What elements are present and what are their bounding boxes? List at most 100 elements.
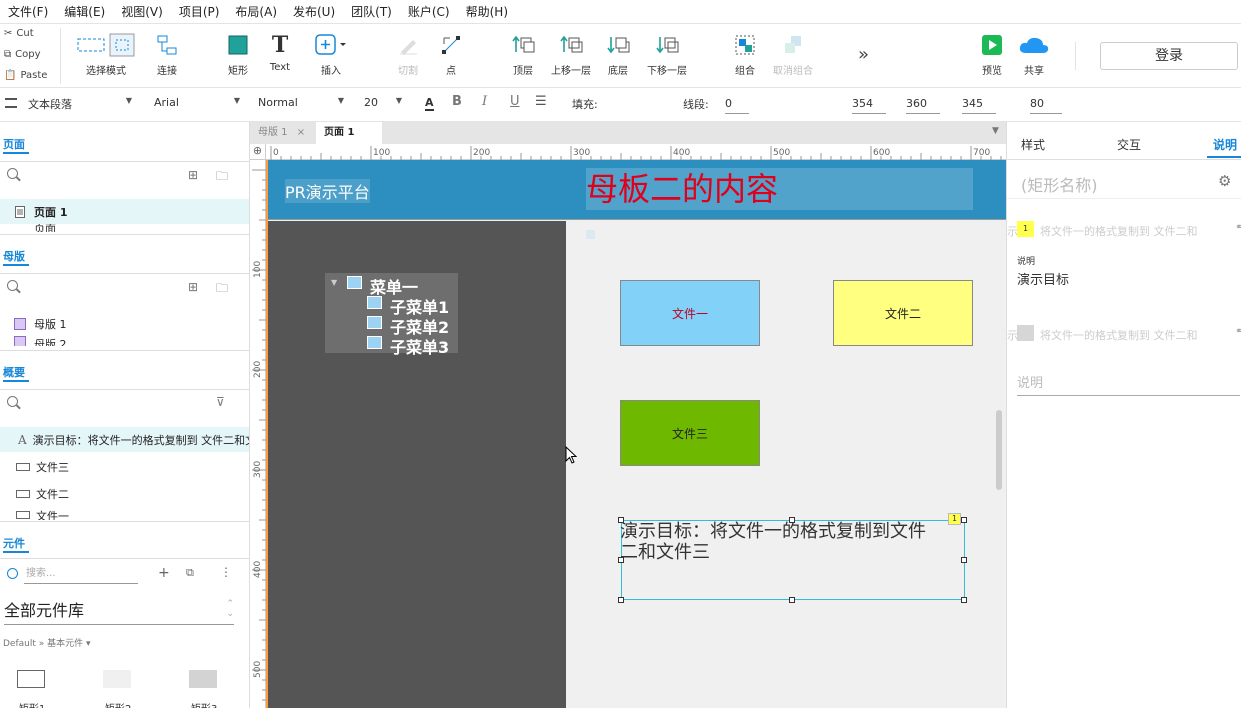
menu-item[interactable]: 项目(P) (171, 3, 228, 20)
tab-master[interactable]: 母版 1 × (250, 122, 313, 144)
menu-item[interactable]: 布局(A) (227, 3, 285, 20)
send-to-back-button[interactable]: 底层 (590, 32, 646, 77)
master-item[interactable]: 母版 2 (0, 336, 249, 346)
brand-label[interactable]: PR演示平台 (285, 179, 370, 203)
menu-item[interactable]: 文件(F) (0, 3, 56, 20)
copy-button[interactable]: ⧉ Copy (4, 49, 41, 60)
cut-button[interactable]: ✂ Cut (4, 28, 34, 39)
style-dropdown[interactable]: 文本段落 ▼ (28, 96, 138, 112)
note-badge[interactable]: 1 (948, 513, 961, 525)
description-input[interactable]: 说明 (1017, 372, 1240, 396)
italic-icon[interactable]: I (482, 94, 487, 109)
resize-handle[interactable] (961, 597, 967, 603)
font-size-dropdown[interactable]: 20 ▼ (364, 96, 408, 109)
widget-rectangle1[interactable] (17, 670, 45, 688)
tab-style[interactable]: 样式 (1021, 136, 1045, 153)
font-dropdown[interactable]: Arial ▼ (154, 96, 246, 109)
add-page-icon[interactable]: ⊞ (188, 168, 198, 182)
selected-note[interactable]: 演示目标：将文件一的格式复制到文件二和文件三 (620, 520, 965, 600)
tree-menu[interactable]: ▼ 菜单一 子菜单1 子菜单2 子菜单3 (325, 273, 458, 357)
page-item[interactable]: 页面 (0, 224, 249, 232)
send-backward-icon (655, 32, 679, 58)
y-field[interactable]: 360 (906, 94, 940, 114)
more-tools-icon[interactable]: » (858, 44, 869, 65)
folder-icon[interactable]: 🗀 (216, 279, 228, 300)
width-field[interactable]: 345 (962, 94, 996, 114)
tab-page[interactable]: 页面 1 × (316, 122, 382, 160)
tab-interactions[interactable]: 交互 (1117, 136, 1141, 153)
resize-handle[interactable] (961, 557, 967, 563)
outline-item[interactable]: 文件三 (0, 454, 249, 479)
gear-icon[interactable]: ⚙ (1218, 172, 1231, 190)
file-two-box[interactable]: 文件二 (833, 280, 973, 346)
note-reference[interactable]: 示标：将文件一的格式复制到 文件二和 (1007, 223, 1235, 239)
stroke-width-field[interactable]: 0 (725, 94, 749, 114)
tab-menu-icon[interactable]: ▼ (992, 126, 999, 136)
filter-icon[interactable]: ⊽ (216, 395, 225, 409)
resize-handle[interactable] (789, 517, 795, 523)
menu-item[interactable]: 账户(C) (400, 3, 458, 20)
select-mode-button[interactable]: 选择模式 (77, 32, 135, 77)
search-icon[interactable] (7, 280, 18, 291)
search-icon[interactable] (7, 168, 18, 179)
menu-item[interactable]: 编辑(E) (56, 3, 113, 20)
menu-item[interactable]: 团队(T) (343, 3, 400, 20)
insert-button[interactable]: 插入 (303, 32, 359, 77)
height-field[interactable]: 80 (1030, 94, 1062, 114)
resize-handle[interactable] (618, 557, 624, 563)
library-icon[interactable]: ⧉ (186, 566, 194, 580)
file-one-box[interactable]: 文件一 (620, 280, 760, 346)
resize-handle[interactable] (961, 517, 967, 523)
link-icon[interactable]: ⚭ (1235, 222, 1241, 233)
menu-item[interactable]: 发布(U) (285, 3, 343, 20)
description-value[interactable]: 演示目标 (1017, 269, 1069, 288)
page-item[interactable]: 页面 1 (0, 199, 249, 224)
file-three-box[interactable]: 文件三 (620, 400, 760, 466)
font-color-icon[interactable]: A (425, 96, 434, 111)
point-button[interactable]: 点 (423, 32, 479, 77)
ungroup-button[interactable]: 取消组合 (765, 32, 821, 77)
outline-item[interactable]: 文件一 (0, 508, 249, 520)
folder-icon[interactable]: 🗀 (216, 167, 228, 188)
list-icon[interactable]: ☰ (535, 94, 547, 109)
send-backward-button[interactable]: 下移一层 (639, 32, 695, 77)
connect-button[interactable]: 连接 (139, 32, 195, 77)
bold-icon[interactable]: B (452, 94, 462, 109)
rectangle-widget-icon (16, 511, 30, 519)
widget-search-input[interactable]: 搜索... (24, 564, 138, 584)
underline-icon[interactable]: U (510, 94, 520, 109)
search-icon[interactable] (7, 396, 18, 407)
font-weight-dropdown[interactable]: Normal ▼ (258, 96, 350, 109)
share-button[interactable]: 共享 (1006, 32, 1062, 77)
resize-handle[interactable] (618, 597, 624, 603)
widget-rectangle3[interactable] (189, 670, 217, 688)
widget-rectangle2[interactable] (103, 670, 131, 688)
resize-handle[interactable] (618, 517, 624, 523)
menu-item[interactable]: 视图(V) (113, 3, 171, 20)
add-master-icon[interactable]: ⊞ (188, 280, 198, 294)
link-icon[interactable]: ⚭ (1235, 326, 1241, 337)
expand-icon[interactable]: ▼ (331, 278, 337, 287)
master-content-label[interactable]: 母板二的内容 (586, 168, 973, 210)
close-icon[interactable]: × (297, 127, 305, 138)
outline-item[interactable]: 文件二 (0, 481, 249, 506)
master-item[interactable]: 母版 1 (0, 311, 249, 336)
menu-item[interactable]: 帮助(H) (458, 3, 516, 20)
vertical-scrollbar[interactable] (996, 410, 1002, 490)
text-button[interactable]: T Text (252, 32, 308, 73)
outline-item[interactable]: A 演示目标：将文件一的格式复制到 文件二和文件三 (0, 427, 249, 452)
add-library-icon[interactable]: + (158, 565, 170, 581)
canvas[interactable]: PR演示平台 母板二的内容 ▼ 菜单一 子菜单1 子菜单2 子菜单3 文件一 文… (266, 160, 1006, 708)
paste-button[interactable]: 📋 Paste (4, 70, 47, 81)
x-field[interactable]: 354 (852, 94, 886, 114)
library-path[interactable]: Default » 基本元件 ▾ (3, 636, 91, 649)
tree-child[interactable]: 子菜单3 (390, 334, 449, 358)
ruler-label: 700 (973, 148, 990, 158)
shape-name-field[interactable]: (矩形名称) (1021, 172, 1098, 196)
more-icon[interactable]: ⋮ (220, 565, 232, 579)
tab-notes[interactable]: 说明 (1213, 136, 1237, 153)
note-reference[interactable]: 示标：将文件一的格式复制到 文件二和 (1007, 327, 1235, 343)
resize-handle[interactable] (789, 597, 795, 603)
library-select[interactable]: 全部元件库 ⌃ ⌄ (4, 599, 234, 625)
login-button[interactable]: 登录 (1100, 42, 1238, 70)
